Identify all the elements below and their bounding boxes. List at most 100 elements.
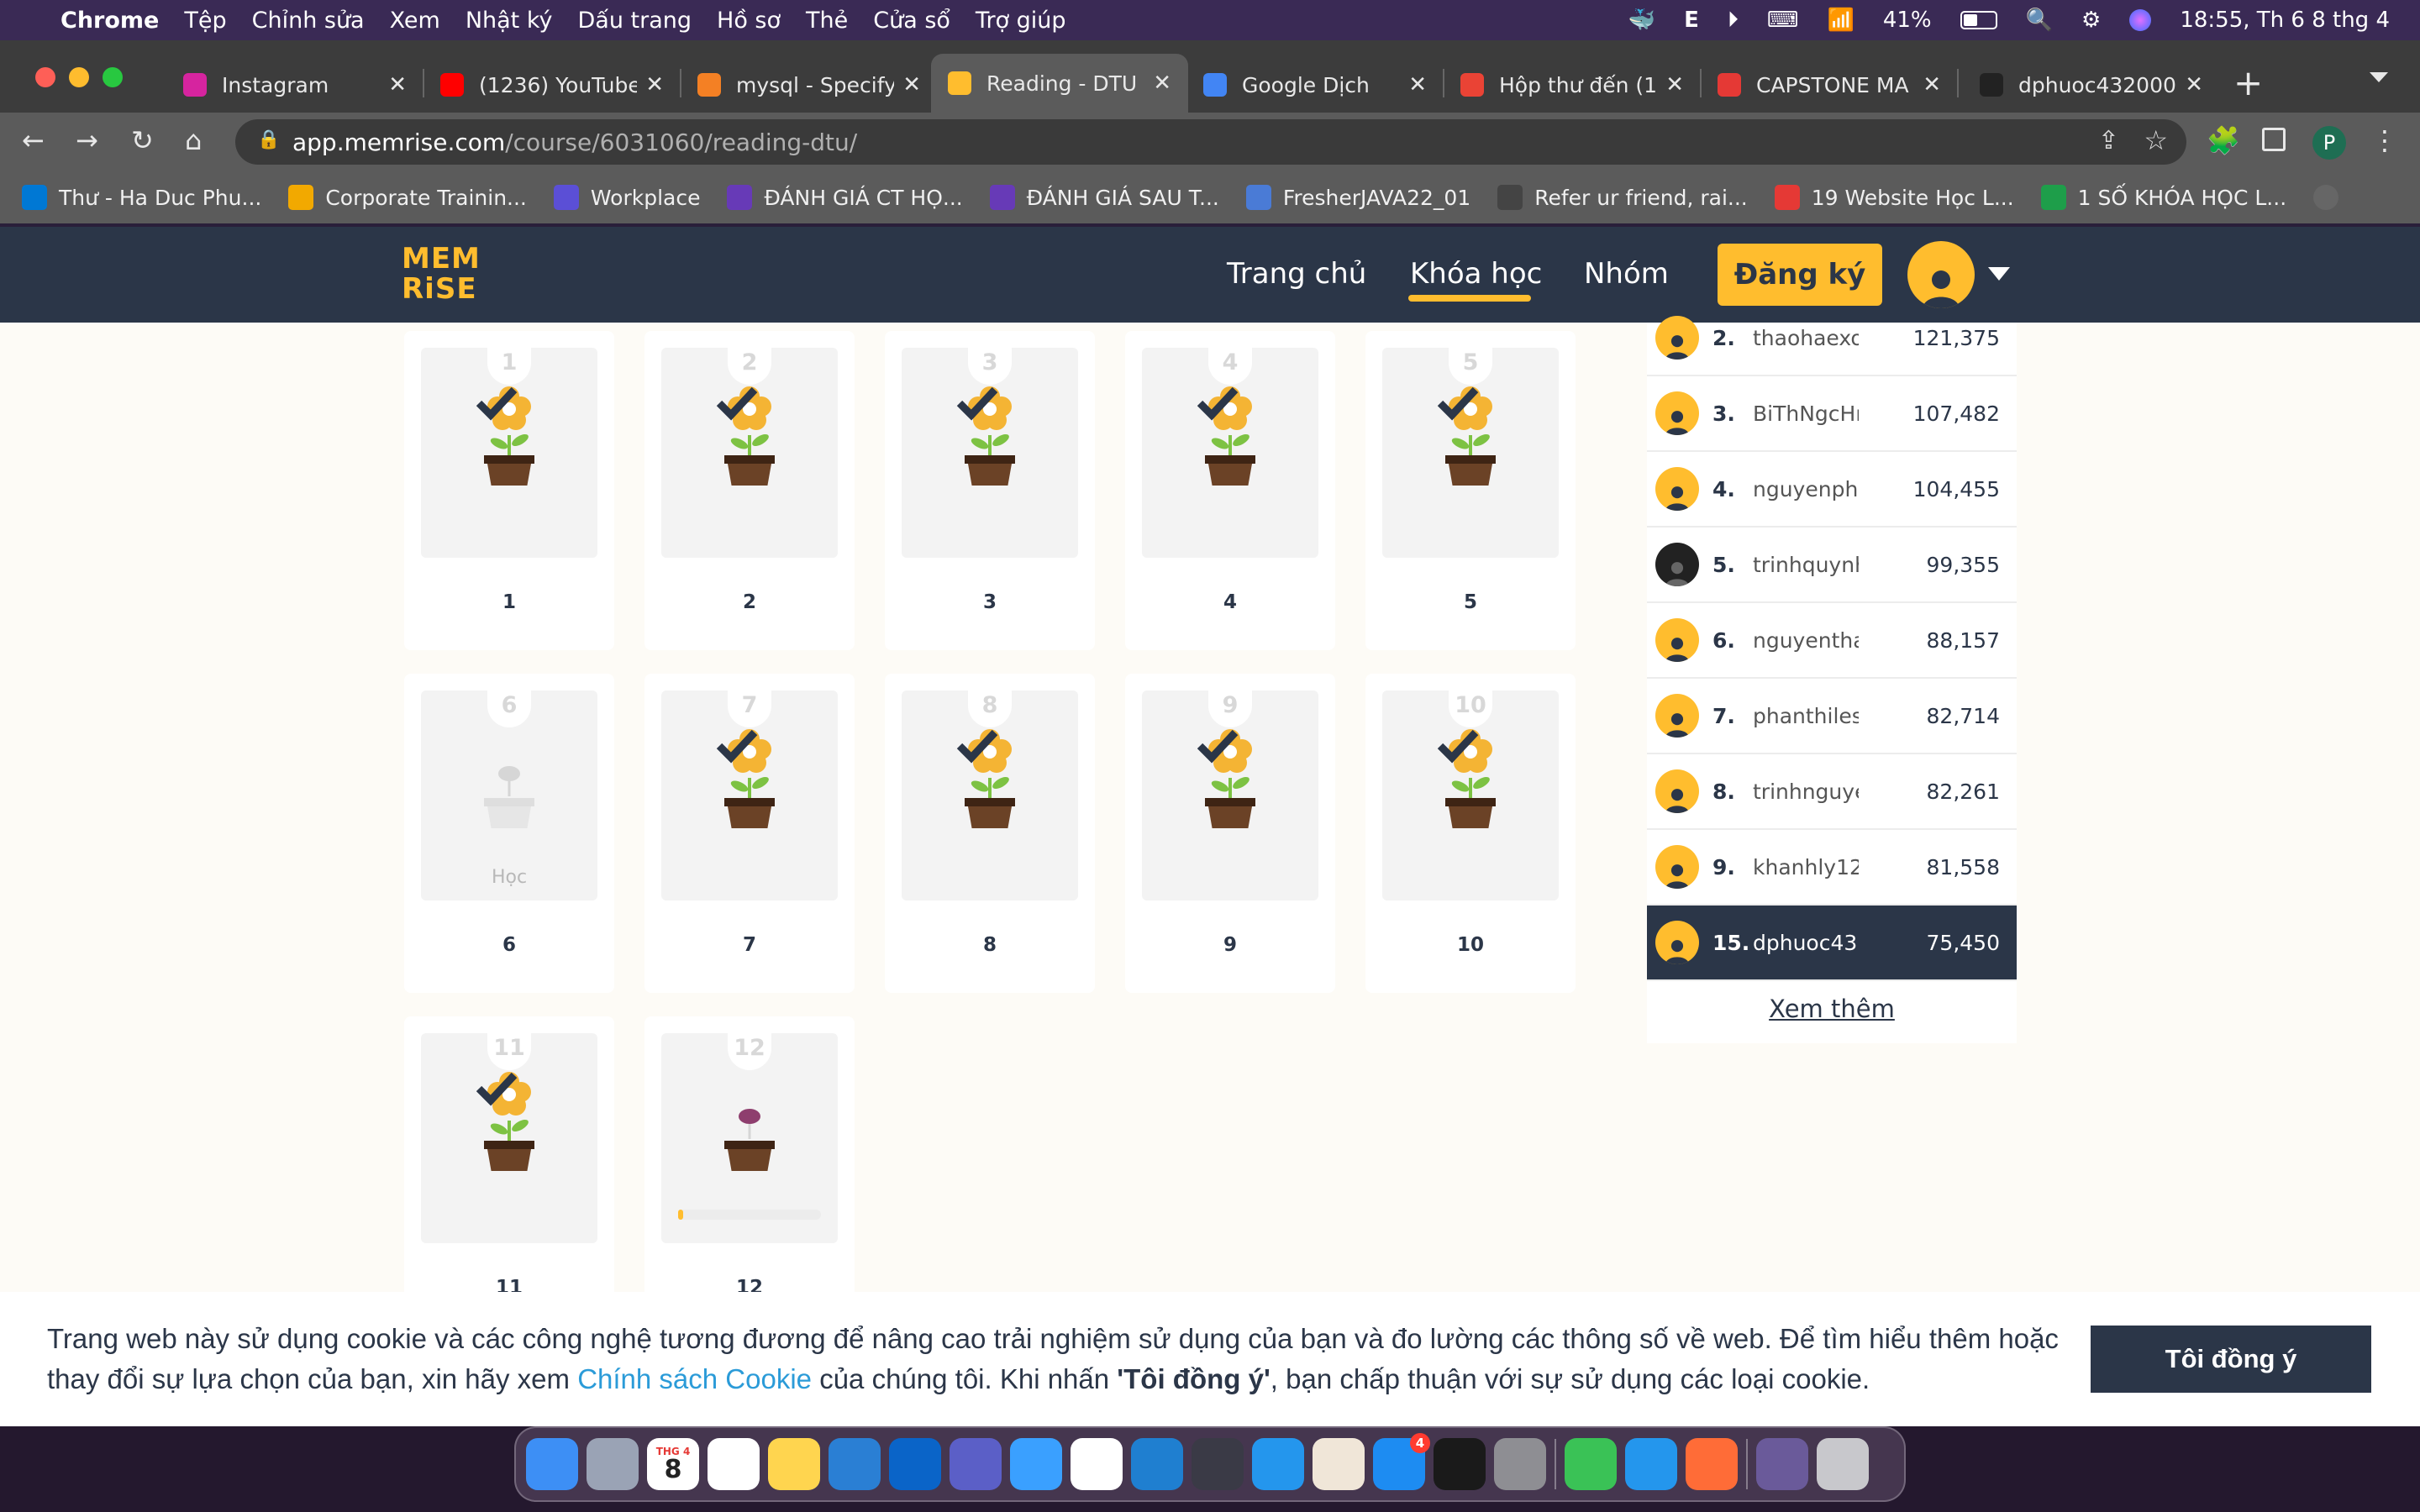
bookmark-item[interactable]: Workplace (553, 185, 700, 210)
nav-home[interactable]: Trang chủ (1227, 257, 1366, 291)
bookmark-item[interactable]: ĐÁNH GIÁ CT HỌ... (727, 185, 963, 210)
level-card[interactable]: 2 2 (644, 331, 855, 650)
appstore-icon[interactable]: 4 (1373, 1433, 1430, 1490)
facetime-icon[interactable] (1565, 1438, 1617, 1490)
teams-icon[interactable] (950, 1438, 1002, 1490)
menu-app-name[interactable]: Chrome (60, 8, 159, 34)
level-card[interactable]: 7 7 (644, 674, 855, 993)
new-tab-icon[interactable]: + (2233, 62, 2263, 103)
back-icon[interactable]: ← (22, 124, 45, 156)
bookmark-item[interactable]: 19 Website Học L... (1774, 185, 2014, 210)
tab-stackoverflow[interactable]: mysql - Specify ✕ (681, 59, 938, 111)
spotlight-search-icon[interactable]: 🔍 (2026, 8, 2053, 33)
bookmark-item[interactable]: Thư - Ha Duc Phu... (22, 185, 261, 210)
wifi-icon[interactable]: 📶 (1827, 8, 1854, 33)
menu-window[interactable]: Cửa sổ (873, 8, 950, 34)
leaderboard-row[interactable]: 2. thaohaexo 121,375 (1647, 301, 2017, 376)
tab-google-translate[interactable]: Google Dịch ✕ (1186, 59, 1444, 111)
leaderboard-row[interactable]: 9. khanhly123 81,558 (1647, 830, 2017, 906)
tab-close-icon[interactable]: ✕ (1665, 72, 1684, 97)
tab-close-icon[interactable]: ✕ (388, 72, 407, 97)
tab-gmail[interactable]: Hộp thư đến (12 ✕ (1444, 59, 1701, 111)
leaderboard-row[interactable]: 5. trinhquynh 99,355 (1647, 528, 2017, 603)
level-card[interactable]: 8 8 (885, 674, 1095, 993)
safari-icon[interactable] (1010, 1438, 1062, 1490)
control-center-icon[interactable]: ⚙ (2081, 8, 2101, 33)
e-status-icon[interactable]: E (1684, 8, 1699, 33)
terminal-icon[interactable] (1434, 1438, 1486, 1490)
level-card[interactable]: 12 12 (644, 1016, 855, 1336)
bookmark-globe-icon[interactable] (2313, 185, 2350, 210)
memrise-logo[interactable]: MEM RiSE (402, 244, 480, 307)
menu-file[interactable]: Tệp (184, 8, 226, 34)
tab-close-icon[interactable]: ✕ (2185, 72, 2203, 97)
vscode-icon[interactable] (1131, 1438, 1183, 1490)
menu-history[interactable]: Nhật ký (466, 8, 553, 34)
tab-close-icon[interactable]: ✕ (1153, 71, 1171, 96)
profile-avatar[interactable]: P (2312, 126, 2346, 160)
level-card[interactable]: 3 3 (885, 331, 1095, 650)
calendar-icon[interactable]: THG 48 (647, 1438, 699, 1490)
cookie-agree-button[interactable]: Tôi đồng ý (2091, 1326, 2371, 1393)
settings-icon[interactable] (1494, 1438, 1546, 1490)
window-zoom-icon[interactable] (103, 67, 123, 87)
outlook-icon[interactable] (889, 1438, 941, 1490)
chrome-icon[interactable] (1071, 1438, 1123, 1490)
docker2-icon[interactable] (1625, 1438, 1677, 1490)
leaderboard-row[interactable]: 4. nguyenphu 104,455 (1647, 452, 2017, 528)
level-card[interactable]: 9 9 (1125, 674, 1335, 993)
menu-tab[interactable]: Thẻ (806, 8, 848, 34)
leaderboard-row[interactable]: 6. nguyentha 88,157 (1647, 603, 2017, 679)
menu-bookmarks[interactable]: Dấu trang (578, 8, 692, 34)
level-card[interactable]: 5 5 (1365, 331, 1576, 650)
notes-icon[interactable] (768, 1438, 820, 1490)
address-bar[interactable]: 🔒 app.memrise.com/course/6031060/reading… (235, 119, 2186, 165)
level-card[interactable]: 10 10 (1365, 674, 1576, 993)
see-more-link[interactable]: Xem thêm (1647, 995, 2017, 1023)
nav-groups[interactable]: Nhóm (1584, 257, 1669, 291)
home-icon[interactable]: ⌂ (185, 124, 202, 156)
leaderboard-row[interactable]: 3. BiThNgcHn 107,482 (1647, 376, 2017, 452)
bookmark-star-icon[interactable]: ☆ (2144, 124, 2168, 156)
level-card[interactable]: 6 Học 6 (404, 674, 614, 993)
leaderboard-row[interactable]: 8. trinhnguye 82,261 (1647, 754, 2017, 830)
nav-courses[interactable]: Khóa học (1410, 257, 1542, 291)
signup-button[interactable]: Đăng ký (1718, 244, 1882, 306)
cookie-policy-link[interactable]: Chính sách Cookie (577, 1363, 812, 1394)
level-card[interactable]: 11 11 (404, 1016, 614, 1336)
tab-instagram[interactable]: Instagram ✕ (166, 59, 424, 111)
reload-icon[interactable]: ↻ (131, 124, 154, 156)
bookmark-item[interactable]: FresherJAVA22_01 (1245, 185, 1470, 210)
siri-icon[interactable] (2129, 9, 2152, 31)
tab-youtube[interactable]: (1236) YouTube ✕ (424, 59, 681, 111)
leaderboard-row[interactable]: 7. phanthiles 82,714 (1647, 679, 2017, 754)
docker-status-icon[interactable]: 🐳 (1628, 8, 1655, 33)
trash-icon[interactable] (1817, 1438, 1869, 1490)
tab-search-chevron-icon[interactable] (2370, 72, 2388, 82)
share-icon[interactable]: ⇪ (2098, 126, 2119, 155)
menu-profiles[interactable]: Hồ sơ (717, 8, 781, 34)
play-status-icon[interactable]: ⏵ (1728, 8, 1739, 34)
menubar-clock[interactable]: 18:55, Th 6 8 thg 4 (2180, 8, 2390, 33)
tab-close-icon[interactable]: ✕ (645, 72, 664, 97)
finder-icon[interactable] (526, 1438, 578, 1490)
tab-capstone[interactable]: CAPSTONE MA ✕ (1701, 59, 1958, 111)
sublime-icon[interactable] (1192, 1438, 1244, 1490)
forward-icon[interactable]: → (76, 124, 98, 156)
leaderboard-row-current-user[interactable]: 15.dphuoc432 75,450 (1647, 906, 2017, 981)
bookmark-item[interactable]: ĐÁNH GIÁ SAU T... (989, 185, 1219, 210)
tab-close-icon[interactable]: ✕ (1408, 72, 1427, 97)
bookmark-item[interactable]: Refer ur friend, rai... (1497, 185, 1748, 210)
sequel-icon[interactable] (1313, 1438, 1365, 1490)
bookmark-item[interactable]: Corporate Trainin... (288, 185, 527, 210)
docker-icon[interactable] (1252, 1438, 1304, 1490)
vnpt-icon[interactable] (829, 1438, 881, 1490)
bookmark-item[interactable]: 1 SỐ KHÓA HỌC L... (2040, 185, 2286, 210)
user-menu-caret-icon[interactable] (1988, 267, 2010, 281)
tab-close-icon[interactable]: ✕ (1923, 72, 1941, 97)
battery-percent[interactable]: 41% (1883, 8, 1932, 33)
window-close-icon[interactable] (35, 67, 55, 87)
launchpad-icon[interactable] (587, 1438, 639, 1490)
chrome-menu-icon[interactable]: ⋮ (2371, 124, 2398, 156)
level-card[interactable]: 4 4 (1125, 331, 1335, 650)
